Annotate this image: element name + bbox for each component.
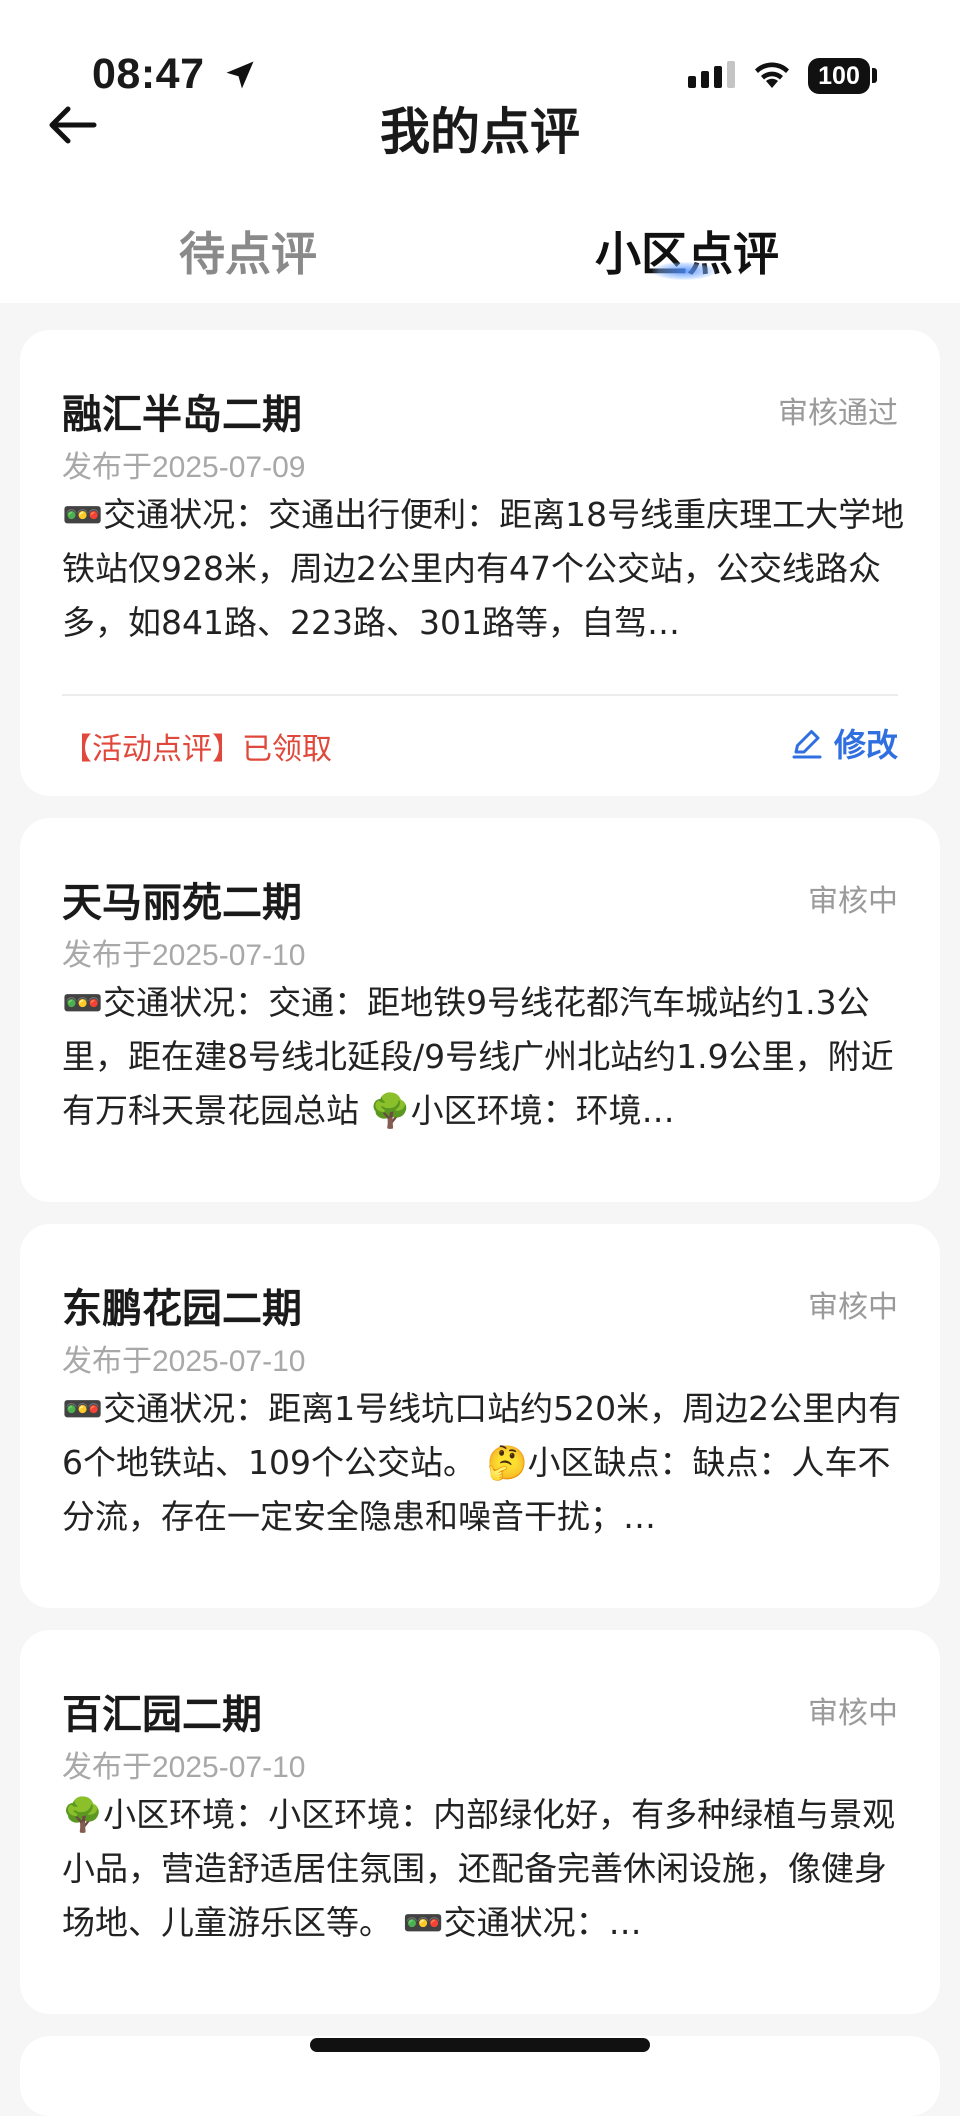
wifi-icon [755, 62, 789, 88]
edit-pencil-icon [792, 730, 822, 759]
review-content: 🚥交通状况：距离1号线坑口站约520米，周边2公里内有6个地铁站、109个公交站… [62, 1389, 902, 1536]
review-status: 审核通过 [778, 396, 898, 431]
location-arrow-icon [226, 61, 254, 89]
community-name: 融汇半岛二期 [62, 392, 302, 438]
home-indicator [310, 2038, 650, 2052]
card-divider [62, 694, 898, 696]
review-status: 审核中 [808, 884, 898, 919]
publish-date: 发布于2025-07-10 [62, 939, 306, 972]
review-content: 🚥交通状况：交通：距地铁9号线花都汽车城站约1.3公里，距在建8号线北延段/9号… [62, 983, 894, 1130]
review-status: 审核中 [808, 1290, 898, 1325]
publish-date: 发布于2025-07-10 [62, 1345, 306, 1378]
top-bar: 08:47 100 我的点评 待点评 小区点评 [0, 0, 960, 303]
publish-date: 发布于2025-07-10 [62, 1751, 306, 1784]
review-card[interactable]: 天马丽苑二期 审核中 发布于2025-07-10 🚥交通状况：交通：距地铁9号线… [20, 818, 940, 1202]
review-card[interactable]: 融汇半岛二期 审核通过 发布于2025-07-09 🚥交通状况：交通出行便利：距… [20, 330, 940, 796]
publish-date: 发布于2025-07-09 [62, 451, 306, 484]
review-card[interactable]: 东鹏花园二期 审核中 发布于2025-07-10 🚥交通状况：距离1号线坑口站约… [20, 1224, 940, 1608]
activity-note: 【活动点评】已领取 [62, 732, 332, 767]
page-title: 我的点评 [380, 103, 580, 161]
tab-pending-reviews[interactable]: 待点评 [98, 218, 398, 284]
active-tab-indicator [652, 262, 716, 280]
battery-tip [872, 68, 877, 83]
community-name: 天马丽苑二期 [62, 880, 302, 926]
review-content: 🚥交通状况：交通出行便利：距离18号线重庆理工大学地铁站仅928米，周边2公里内… [62, 495, 905, 642]
community-name: 东鹏花园二期 [62, 1286, 302, 1332]
edit-button[interactable]: 修改 [790, 722, 898, 764]
cellular-signal-icon [688, 61, 735, 88]
edit-label: 修改 [833, 726, 898, 764]
review-card[interactable]: 百汇园二期 审核中 发布于2025-07-10 🌳小区环境：小区环境：内部绿化好… [20, 1630, 940, 2014]
battery-indicator: 100 [808, 58, 870, 94]
review-content: 🌳小区环境：小区环境：内部绿化好，有多种绿植与景观小品，营造舒适居住氛围，还配备… [62, 1795, 896, 1942]
review-status: 审核中 [808, 1696, 898, 1731]
community-name: 百汇园二期 [62, 1692, 262, 1738]
